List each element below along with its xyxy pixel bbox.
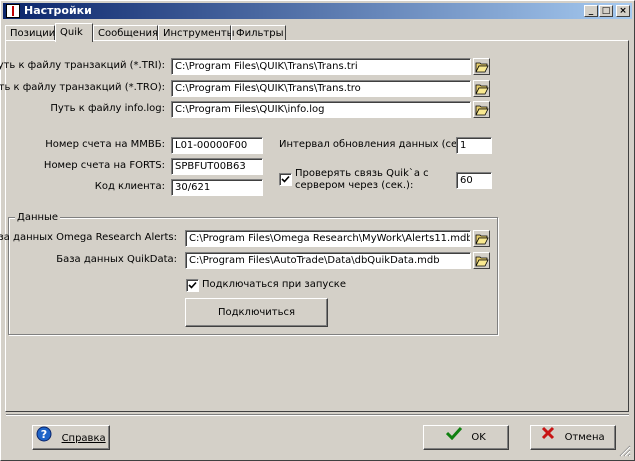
folder-open-icon [475, 256, 489, 267]
checkmark-icon [188, 281, 197, 289]
ok-button-label: OK [471, 432, 486, 443]
tab-tools[interactable]: Инструменты [158, 25, 235, 41]
update-interval-field[interactable]: 1 [456, 137, 492, 154]
tab-quik[interactable]: Quik [55, 23, 93, 42]
check-connection-checkbox[interactable] [279, 173, 292, 186]
omega-browse-button[interactable] [473, 230, 490, 247]
client-code-label: Код клиента: [94, 181, 165, 192]
omega-db-field[interactable]: C:\Program Files\Omega Research\MyWork\A… [185, 230, 471, 247]
window-title: Настройки [24, 4, 92, 17]
minimize-button[interactable]: _ [584, 5, 598, 17]
folder-open-icon [475, 62, 489, 73]
close-button[interactable]: × [616, 5, 630, 17]
info-browse-button[interactable] [473, 101, 490, 118]
connect-button[interactable]: Подключиться [185, 298, 328, 327]
folder-open-icon [475, 234, 489, 245]
autoconnect-checkbox[interactable] [186, 279, 199, 292]
connect-button-label: Подключиться [217, 307, 296, 318]
data-group-title: Данные [15, 212, 61, 223]
check-connection-label-line2: сервером через (сек.): [295, 180, 414, 191]
title-bar[interactable]: Настройки _ □ × [3, 3, 632, 19]
tab-filters[interactable]: Фильтры [231, 25, 286, 41]
tri-browse-button[interactable] [473, 58, 490, 75]
tab-positions[interactable]: Позиции [5, 25, 55, 41]
autoconnect-label: Подключаться при запуске [202, 279, 347, 290]
app-icon [6, 4, 20, 18]
maximize-button[interactable]: □ [599, 5, 613, 17]
quikdata-browse-button[interactable] [473, 252, 490, 269]
help-button-label: Справка [61, 433, 106, 444]
footer-separator [6, 414, 629, 416]
forts-account-label: Номер счета на FORTS: [43, 160, 165, 171]
folder-open-icon [475, 84, 489, 95]
forts-account-field[interactable]: SPBFUT00B63 [171, 158, 263, 175]
svg-text:?: ? [41, 428, 47, 441]
info-path-label: Путь к файлу info.log: [50, 103, 165, 114]
settings-window: Настройки _ □ × Позиции Quik Сообщения И… [0, 0, 635, 461]
tro-browse-button[interactable] [473, 80, 490, 97]
cross-icon [541, 426, 555, 449]
micex-account-field[interactable]: L01-00000F00 [171, 137, 263, 154]
tri-path-field[interactable]: C:\Program Files\QUIK\Trans\Trans.tri [171, 58, 471, 75]
quikdata-db-field[interactable]: C:\Program Files\AutoTrade\Data\dbQuikDa… [185, 252, 471, 269]
help-button[interactable]: ? Справка [32, 425, 110, 450]
tab-messages[interactable]: Сообщения [93, 25, 158, 41]
omega-db-label: База данных Omega Research Alerts: [0, 232, 177, 243]
micex-account-label: Номер счета на ММВБ: [45, 139, 165, 150]
checkmark-icon [281, 175, 290, 183]
cancel-button[interactable]: Отмена [530, 425, 616, 450]
update-interval-label: Интервал обновления данных (сек.): [279, 139, 474, 150]
checkmark-icon [446, 426, 463, 449]
cancel-button-label: Отмена [564, 432, 605, 443]
folder-open-icon [475, 105, 489, 116]
tro-path-field[interactable]: C:\Program Files\QUIK\Trans\Trans.tro [171, 80, 471, 97]
check-connection-interval-field[interactable]: 60 [456, 172, 492, 189]
check-connection-label-line1: Проверять связь Quik`a с [295, 168, 429, 179]
info-path-field[interactable]: C:\Program Files\QUIK\info.log [171, 101, 471, 118]
tri-path-label: Путь к файлу транзакций (*.TRI): [0, 60, 165, 71]
client-code-field[interactable]: 30/621 [171, 179, 263, 196]
quikdata-db-label: База данных QuikData: [56, 254, 177, 265]
resize-grip-icon[interactable] [619, 445, 631, 457]
tro-path-label: Путь к файлу транзакций (*.TRO): [0, 82, 165, 93]
ok-button[interactable]: OK [423, 425, 509, 450]
help-icon: ? [36, 426, 52, 451]
